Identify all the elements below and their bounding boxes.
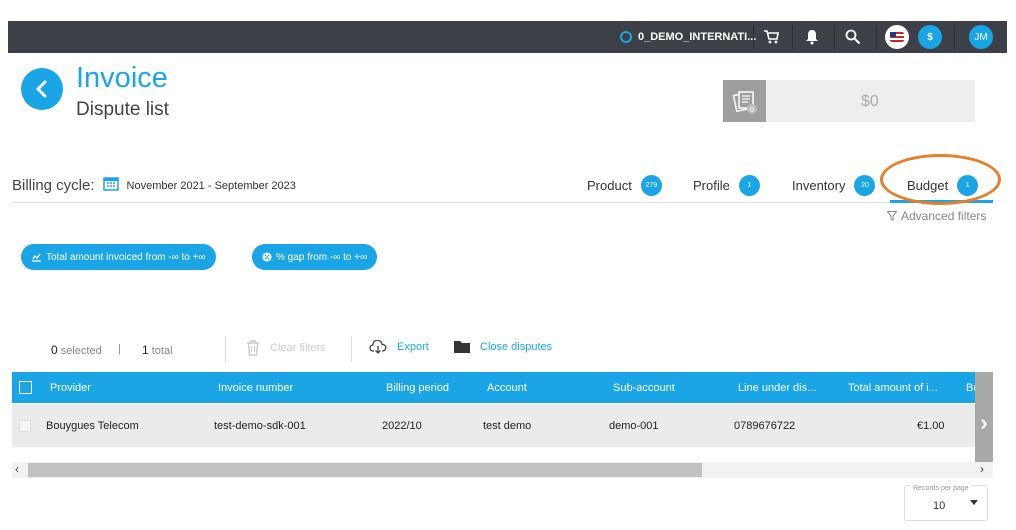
records-per-page-value: 10 [933,500,946,512]
selection-separator: | [118,343,121,355]
billing-cycle: Billing cycle: November 2021 - September… [12,175,296,196]
folder-icon [454,341,470,353]
topbar-separator [834,25,835,49]
table-row[interactable]: Bouygues Telecom test-demo-sdk-001 2022/… [12,404,993,447]
table-header: Provider Invoice number Billing period A… [12,372,993,403]
selected-count-value: 0 [51,343,58,357]
cell-line-under-dispute: 0789676722 [734,419,796,432]
organization-selector[interactable]: 0_DEMO_INTERNATI... [620,21,756,53]
tab-count-badge: 1 [738,175,760,196]
total-badge: 0 [750,107,754,114]
scroll-right-icon[interactable]: › [980,462,984,476]
billing-cycle-value[interactable]: November 2021 - September 2023 [127,180,296,192]
tab-profile[interactable]: Profile 1 [693,175,760,196]
column-header-provider[interactable]: Provider [50,372,91,403]
scroll-left-icon[interactable]: ‹ [15,462,19,476]
total-amount: $0 [861,93,879,110]
horizontal-scrollbar[interactable]: ‹ › [12,462,993,478]
actions-separator [225,336,226,362]
selected-label: selected [60,345,102,357]
total-label: total [151,345,173,357]
organization-icon [620,31,632,43]
scrollbar-thumb[interactable] [28,463,702,477]
column-header-line-under-dispute[interactable]: Line under dis... [738,372,816,403]
topbar-separator [792,25,793,49]
tabs-divider [12,202,993,203]
user-avatar[interactable]: JM [969,25,993,49]
tab-label: Profile [693,178,730,193]
currency-button[interactable]: $ [918,25,942,49]
invoice-stack-icon: 0 [723,80,766,122]
cart-icon[interactable] [761,27,781,47]
records-per-page-label: Records per page [911,485,971,492]
annotation-highlight-circle [880,154,1001,205]
filter-chip-gap[interactable]: % gap from -∞ to +∞ [252,244,378,270]
topbar-separator [876,25,877,49]
top-bar: 0_DEMO_INTERNATI... $ JM [8,21,1007,53]
close-disputes-button[interactable]: Close disputes [454,340,552,353]
column-header-account[interactable]: Account [487,372,527,403]
filter-chip-label: Total amount invoiced from -∞ to +∞ [46,251,206,263]
tab-count-badge: 20 [854,175,876,196]
chart-icon [32,253,41,262]
advanced-filters-label: Advanced filters [901,209,987,223]
trash-icon [247,340,259,356]
column-header-sub-account[interactable]: Sub-account [613,372,675,403]
filter-chip-total-amount[interactable]: Total amount invoiced from -∞ to +∞ [21,244,216,270]
clear-filters-button[interactable]: Clear filters [246,340,326,356]
close-disputes-label: Close disputes [480,340,553,353]
column-header-invoice-number[interactable]: Invoice number [218,372,293,403]
records-per-page-select[interactable]: Records per page 10 [904,485,988,521]
tab-label: Product [587,178,632,193]
column-header-billing-period[interactable]: Billing period [386,372,449,403]
cell-invoice-number: test-demo-sdk-001 [214,419,306,432]
cloud-download-icon [369,340,387,354]
page-subtitle: Dispute list [76,99,169,120]
dropdown-arrow-icon [970,500,978,505]
us-flag-icon[interactable] [885,25,909,49]
row-checkbox[interactable] [19,404,31,447]
scroll-right-arrow-icon[interactable]: › [975,372,993,473]
selected-count: 0 selected [51,343,102,357]
total-count-value: 1 [142,343,149,357]
export-button[interactable]: Export [369,340,429,354]
calendar-icon[interactable] [102,175,119,196]
filter-chip-label: % gap from -∞ to +∞ [276,251,368,263]
actions-separator [351,336,352,362]
organization-name: 0_DEMO_INTERNATI... [638,31,757,43]
total-count: 1 total [142,343,173,357]
billing-cycle-label: Billing cycle: [12,177,95,194]
back-button[interactable] [21,68,63,110]
cell-billing-period: 2022/10 [382,419,422,432]
tab-count-badge: 279 [640,175,662,196]
select-all-checkbox[interactable] [19,372,32,403]
tab-label: Inventory [792,178,846,193]
topbar-separator [954,25,955,49]
chevron-left-icon [36,80,47,98]
cell-provider: Bouygues Telecom [46,419,139,432]
topbar-separator [753,25,754,49]
total-amount-box: 0 $0 [723,80,975,122]
advanced-filters-link[interactable]: Advanced filters [887,209,986,223]
search-icon[interactable] [843,27,863,47]
column-header-total-amount[interactable]: Total amount of i... [848,372,938,403]
filter-icon [887,211,897,221]
tab-product[interactable]: Product 279 [587,175,662,196]
cell-total-amount: €1.00 [917,419,945,432]
percent-icon [262,252,272,262]
page-title: Invoice [76,62,168,94]
cell-account: test demo [483,419,532,432]
clear-filters-label: Clear filters [270,342,326,354]
cell-sub-account: demo-001 [609,419,659,432]
bell-icon[interactable] [802,27,822,47]
export-label: Export [397,341,429,353]
tab-inventory[interactable]: Inventory 20 [792,175,876,196]
